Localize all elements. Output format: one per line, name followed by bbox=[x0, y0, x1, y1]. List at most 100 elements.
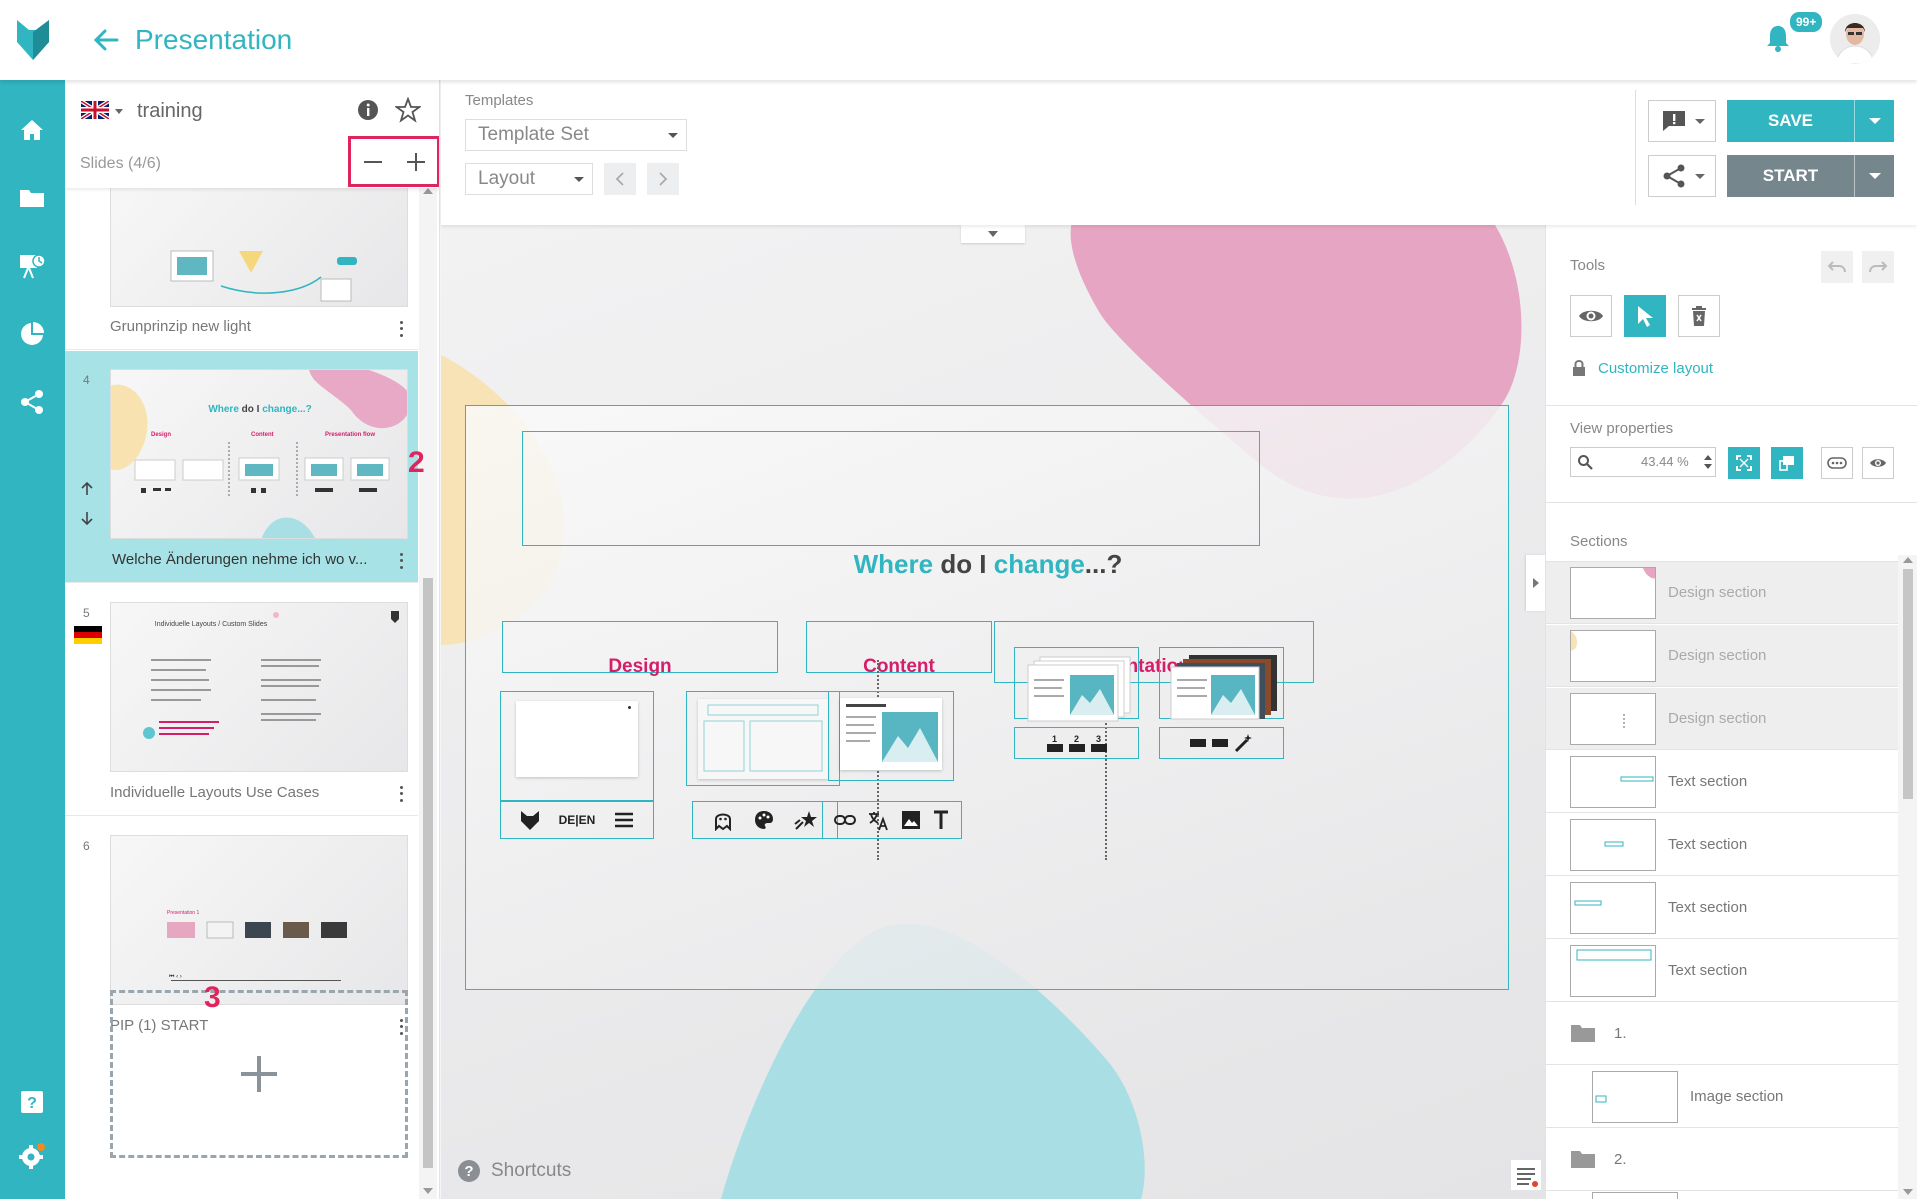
star-icon bbox=[395, 97, 421, 123]
section-row[interactable]: Text section bbox=[1546, 751, 1898, 813]
scroll-up-arrow-icon[interactable] bbox=[1903, 557, 1913, 563]
next-layout-button[interactable] bbox=[647, 163, 679, 195]
slide-menu-button[interactable] bbox=[395, 784, 407, 804]
app-logo[interactable] bbox=[0, 0, 65, 80]
sidebar-item-presentations[interactable] bbox=[12, 246, 52, 286]
magic-wand-icon[interactable] bbox=[1234, 733, 1254, 753]
slides-scrollbar[interactable] bbox=[419, 188, 437, 1199]
sidebar-item-share[interactable] bbox=[12, 382, 52, 422]
scrollbar-thumb[interactable] bbox=[1903, 569, 1913, 799]
preview-tool-button[interactable] bbox=[1570, 295, 1612, 337]
redo-button[interactable] bbox=[1862, 251, 1894, 283]
menu-icon[interactable] bbox=[613, 811, 635, 829]
link-icon[interactable] bbox=[834, 813, 857, 827]
section-row[interactable]: Text section bbox=[1546, 814, 1898, 876]
section-row[interactable]: Design section bbox=[1546, 562, 1898, 624]
back-button[interactable] bbox=[88, 22, 124, 58]
slide-view-icon bbox=[1779, 456, 1794, 471]
section-row[interactable]: Design section bbox=[1546, 625, 1898, 687]
slide-canvas[interactable]: Where do I change...? Design Content Pre… bbox=[441, 225, 1545, 1199]
language-selector[interactable] bbox=[81, 101, 109, 119]
slide-block-icon[interactable] bbox=[1189, 739, 1206, 747]
favorite-button[interactable] bbox=[395, 97, 421, 123]
section-row[interactable]: Image section bbox=[1546, 1066, 1898, 1128]
zoom-stepper-icon[interactable] bbox=[1703, 454, 1713, 470]
layout-dropdown[interactable]: Layout bbox=[465, 163, 593, 195]
move-down-button[interactable] bbox=[79, 510, 95, 526]
language-switch[interactable]: DE|EN bbox=[559, 813, 596, 827]
slide-preview[interactable]: Where do I change...? Design Content Pre… bbox=[465, 405, 1509, 990]
customize-layout-link[interactable]: Customize layout bbox=[1598, 360, 1713, 377]
scroll-down-arrow-icon[interactable] bbox=[423, 1188, 433, 1194]
image-icon[interactable] bbox=[901, 810, 921, 830]
slide-block-icon[interactable] bbox=[1211, 739, 1228, 747]
start-options-button[interactable] bbox=[1854, 155, 1894, 197]
save-button[interactable]: SAVE bbox=[1727, 100, 1894, 142]
flow-step[interactable]: 2 bbox=[1068, 734, 1085, 752]
sidebar-item-settings[interactable] bbox=[12, 1136, 52, 1176]
flow-icons-row bbox=[1159, 727, 1284, 759]
palette-icon[interactable] bbox=[753, 809, 775, 831]
template-set-dropdown[interactable]: Template Set bbox=[465, 119, 687, 151]
feedback-button[interactable] bbox=[1648, 100, 1716, 142]
translate-icon[interactable] bbox=[867, 809, 889, 831]
zoom-out-button[interactable] bbox=[362, 151, 384, 173]
scroll-up-arrow-icon[interactable] bbox=[423, 188, 433, 194]
delete-tool-button[interactable] bbox=[1678, 295, 1720, 337]
scrollbar-thumb[interactable] bbox=[423, 578, 433, 1168]
language-caret-icon[interactable] bbox=[115, 109, 123, 114]
user-avatar[interactable] bbox=[1830, 14, 1880, 64]
scroll-down-arrow-icon[interactable] bbox=[1903, 1189, 1913, 1195]
previous-layout-button[interactable] bbox=[604, 163, 636, 195]
fox-logo-icon[interactable] bbox=[519, 809, 541, 831]
slide-menu-button[interactable] bbox=[395, 319, 407, 339]
shortcuts-button[interactable]: ? Shortcuts bbox=[457, 1159, 571, 1183]
text-icon[interactable] bbox=[932, 810, 950, 830]
slide-thumbnail[interactable]: Individuelle Layouts / Custom Slides bbox=[110, 602, 408, 772]
chevron-down-icon bbox=[988, 231, 998, 237]
arrow-up-icon bbox=[81, 481, 93, 495]
sidebar-item-help[interactable]: ? bbox=[12, 1082, 52, 1122]
flow-step[interactable]: 3 bbox=[1090, 734, 1107, 752]
right-panel-toggle[interactable] bbox=[1526, 555, 1545, 611]
sidebar-item-home[interactable] bbox=[12, 110, 52, 150]
section-group-row[interactable]: 1. bbox=[1546, 1003, 1898, 1065]
ghost-icon[interactable] bbox=[712, 809, 734, 831]
select-tool-button[interactable] bbox=[1624, 295, 1666, 337]
save-options-button[interactable] bbox=[1854, 100, 1894, 142]
title-section-outline[interactable] bbox=[522, 431, 1260, 546]
section-row[interactable]: Design section bbox=[1546, 688, 1898, 750]
undo-button[interactable] bbox=[1821, 251, 1853, 283]
visibility-button[interactable] bbox=[1862, 447, 1894, 479]
section-row[interactable]: Text section bbox=[1546, 877, 1898, 939]
slide-item[interactable]: Grunprinzip new light bbox=[65, 180, 418, 350]
zoom-input[interactable]: 43.44 % bbox=[1570, 447, 1716, 477]
flow-steps-row: 1 2 3 bbox=[1014, 727, 1139, 759]
section-thumbnail-partial bbox=[1592, 1192, 1678, 1199]
slide-menu-button[interactable] bbox=[395, 551, 407, 571]
section-row[interactable]: Text section bbox=[1546, 940, 1898, 1002]
start-button[interactable]: START bbox=[1727, 155, 1894, 197]
section-group-row[interactable]: 2. bbox=[1546, 1129, 1898, 1191]
shooting-star-icon[interactable] bbox=[794, 809, 818, 831]
slide-item[interactable]: 5 Individuelle Layouts / Custom Slides I… bbox=[65, 584, 418, 816]
sidebar-item-analytics[interactable] bbox=[12, 314, 52, 354]
zoom-in-button[interactable] bbox=[405, 151, 427, 173]
show-outlines-button[interactable] bbox=[1821, 447, 1853, 479]
canvas-collapse-top-button[interactable] bbox=[961, 225, 1025, 243]
slide-item-selected[interactable]: 4 Where do I change...? Design Content P… bbox=[65, 351, 418, 583]
slide-view-button[interactable] bbox=[1771, 447, 1803, 479]
fit-screen-button[interactable] bbox=[1728, 447, 1760, 479]
sections-scrollbar[interactable] bbox=[1898, 555, 1917, 1199]
sidebar-item-files[interactable] bbox=[12, 178, 52, 218]
add-slide-button[interactable] bbox=[110, 990, 408, 1158]
project-info-button[interactable] bbox=[357, 99, 379, 121]
layers-button[interactable] bbox=[1511, 1160, 1541, 1190]
slide-thumbnail[interactable] bbox=[110, 180, 408, 307]
move-up-button[interactable] bbox=[79, 481, 95, 497]
slide-thumbnail[interactable]: ⏮ ‹ › Presentation 1 bbox=[110, 835, 408, 1005]
share-button[interactable] bbox=[1648, 155, 1716, 197]
help-icon: ? bbox=[21, 1091, 43, 1113]
slide-thumbnail[interactable]: Where do I change...? Design Content Pre… bbox=[110, 369, 408, 539]
flow-step[interactable]: 1 bbox=[1046, 734, 1063, 752]
